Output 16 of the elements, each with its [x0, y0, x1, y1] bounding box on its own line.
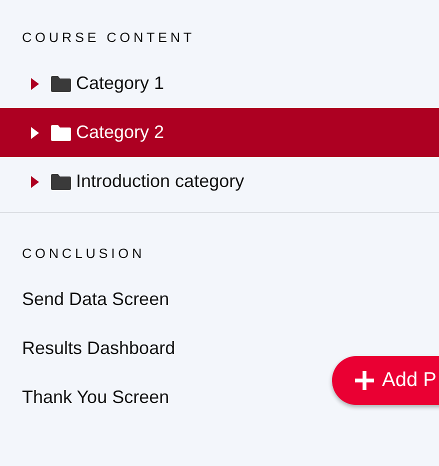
category-item[interactable]: Category 2: [0, 108, 439, 157]
section-heading: COURSE CONTENT: [21, 29, 196, 47]
folder-icon: [51, 76, 71, 92]
section-heading: CONCLUSION: [21, 245, 146, 263]
folder-icon: [51, 124, 71, 140]
screen-item[interactable]: Send Data Screen: [22, 275, 170, 324]
add-button[interactable]: Add P: [332, 356, 439, 405]
screen-item[interactable]: Results Dashboard: [22, 324, 176, 373]
category-item[interactable]: Category 1: [0, 59, 439, 108]
category-item[interactable]: Introduction category: [0, 157, 439, 206]
plus-icon: [355, 371, 374, 390]
folder-icon: [51, 174, 71, 190]
screen-item[interactable]: Thank You Screen: [22, 373, 170, 422]
caret-icon[interactable]: [31, 78, 39, 90]
caret-icon[interactable]: [31, 126, 39, 138]
caret-icon[interactable]: [31, 176, 39, 188]
